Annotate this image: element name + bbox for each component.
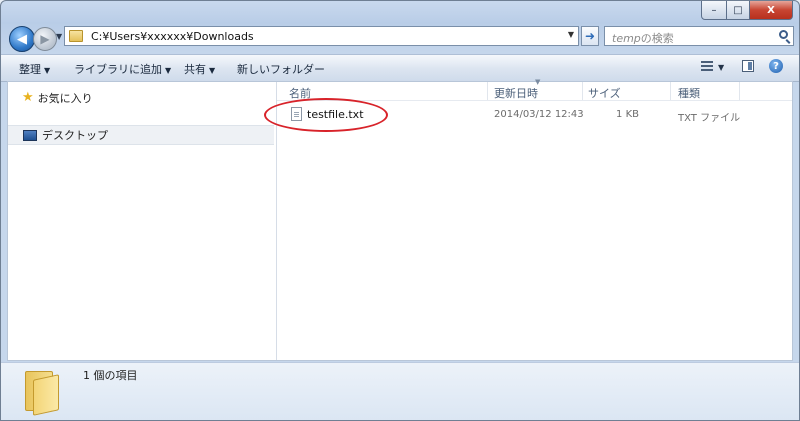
column-divider[interactable] — [582, 82, 583, 100]
search-placeholder: tempの検索 — [612, 32, 674, 45]
address-bar[interactable]: C:¥Users¥xxxxxx¥Downloads ▼ — [64, 26, 579, 46]
file-date-modified: 2014/03/12 12:43 — [494, 109, 584, 120]
go-button[interactable]: ➜ — [581, 26, 599, 46]
column-divider[interactable] — [739, 82, 740, 100]
new-folder-button[interactable]: 新しいフォルダー — [237, 61, 325, 77]
column-divider[interactable] — [670, 82, 671, 100]
column-date-modified[interactable]: 更新日時 — [494, 85, 538, 101]
recent-pages-dropdown[interactable]: ▼ — [56, 32, 62, 41]
address-history-dropdown[interactable]: ▼ — [568, 30, 574, 39]
highlight-ellipse — [264, 98, 388, 132]
item-count: 1 個の項目 — [83, 369, 138, 382]
file-size: 1 KB — [616, 109, 639, 120]
column-header-row: 名前 ▼ 更新日時 サイズ 種類 — [277, 78, 792, 101]
folder-icon — [69, 30, 83, 42]
close-button[interactable]: X — [750, 1, 793, 20]
column-size[interactable]: サイズ — [588, 85, 621, 101]
include-in-library-menu[interactable]: ライブラリに追加 ▼ — [74, 61, 171, 77]
back-button[interactable]: ◀ — [9, 26, 35, 52]
preview-pane-icon[interactable] — [742, 60, 754, 72]
nav-item-label: デスクトップ — [42, 129, 108, 142]
content-area: ★ お気に入り デスクトップ 名前 ▼ 更新日時 サイズ 種類 testfile… — [7, 78, 793, 361]
navigation-pane: ★ お気に入り デスクトップ — [8, 82, 277, 360]
navigation-bar: ◀ ▶ ▼ C:¥Users¥xxxxxx¥Downloads ▼ ➜ temp… — [1, 23, 799, 52]
organize-menu[interactable]: 整理 ▼ — [19, 61, 50, 77]
desktop-icon — [23, 129, 37, 141]
explorer-window: – □ X ◀ ▶ ▼ C:¥Users¥xxxxxx¥Downloads ▼ … — [0, 0, 800, 421]
view-options-dropdown[interactable]: ▼ — [718, 63, 724, 72]
nav-item-desktop[interactable]: デスクトップ — [8, 125, 274, 145]
forward-button[interactable]: ▶ — [33, 27, 57, 51]
help-icon[interactable]: ? — [769, 59, 783, 73]
column-type[interactable]: 種類 — [678, 85, 700, 101]
address-path[interactable]: C:¥Users¥xxxxxx¥Downloads — [91, 30, 254, 43]
search-box[interactable]: tempの検索 — [604, 26, 794, 46]
minimize-button[interactable]: – — [701, 1, 727, 20]
column-divider[interactable] — [487, 82, 488, 100]
caption-buttons: – □ X — [701, 1, 793, 20]
search-icon[interactable] — [779, 30, 788, 39]
command-bar: 整理 ▼ ライブラリに追加 ▼ 共有 ▼ 新しいフォルダー ▼ ? — [1, 54, 799, 82]
nav-item-favorites[interactable]: ★ お気に入り — [22, 90, 93, 106]
folder-icon-large — [23, 369, 59, 416]
share-menu[interactable]: 共有 ▼ — [184, 61, 215, 77]
star-icon: ★ — [22, 90, 34, 105]
file-type: TXT ファイル — [678, 113, 741, 124]
details-pane: 1 個の項目 — [1, 362, 799, 420]
nav-item-label: お気に入り — [37, 92, 93, 105]
maximize-button[interactable]: □ — [727, 1, 750, 20]
view-options-icon[interactable] — [701, 61, 713, 72]
